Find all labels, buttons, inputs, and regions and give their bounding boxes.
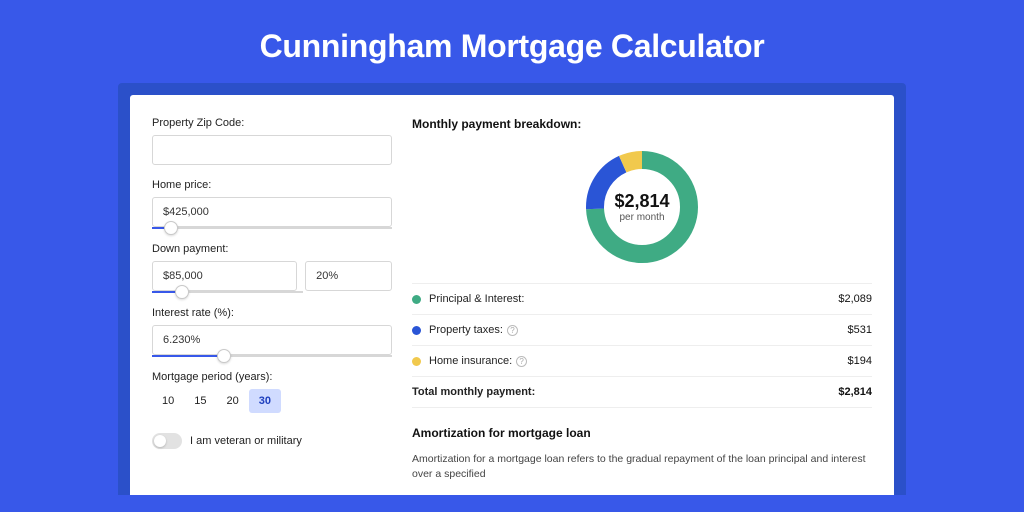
legend-label: Principal & Interest: xyxy=(429,293,838,305)
veteran-toggle[interactable] xyxy=(152,433,182,449)
interest-input[interactable] xyxy=(152,325,392,355)
slider-thumb[interactable] xyxy=(175,285,189,299)
legend-dot-icon xyxy=(412,295,421,304)
period-button-15[interactable]: 15 xyxy=(184,389,216,413)
legend-label: Home insurance:? xyxy=(429,355,848,367)
period-button-30[interactable]: 30 xyxy=(249,389,281,413)
legend: Principal & Interest:$2,089Property taxe… xyxy=(412,283,872,408)
legend-total-value: $2,814 xyxy=(838,386,872,398)
veteran-label: I am veteran or military xyxy=(190,435,302,447)
amortization-body: Amortization for a mortgage loan refers … xyxy=(412,452,872,481)
veteran-row: I am veteran or military xyxy=(152,433,392,449)
legend-label: Property taxes:? xyxy=(429,324,848,336)
slider-thumb[interactable] xyxy=(217,349,231,363)
down-payment-pct-input[interactable] xyxy=(305,261,392,291)
interest-slider[interactable] xyxy=(152,355,392,357)
slider-thumb[interactable] xyxy=(164,221,178,235)
donut-amount: $2,814 xyxy=(614,191,669,212)
legend-total-label: Total monthly payment: xyxy=(412,386,838,398)
legend-value: $531 xyxy=(848,324,872,336)
interest-label: Interest rate (%): xyxy=(152,307,392,319)
zip-label: Property Zip Code: xyxy=(152,117,392,129)
period-group: Mortgage period (years): 10152030 xyxy=(152,371,392,413)
home-price-label: Home price: xyxy=(152,179,392,191)
period-button-20[interactable]: 20 xyxy=(217,389,249,413)
calculator-card: Property Zip Code: Home price: Down paym… xyxy=(130,95,894,495)
amortization-title: Amortization for mortgage loan xyxy=(412,426,872,440)
donut-sub: per month xyxy=(619,212,664,223)
down-payment-amount-input[interactable] xyxy=(152,261,297,291)
down-payment-group: Down payment: xyxy=(152,243,392,293)
legend-dot-icon xyxy=(412,326,421,335)
down-payment-slider[interactable] xyxy=(152,291,303,293)
down-payment-label: Down payment: xyxy=(152,243,392,255)
legend-value: $2,089 xyxy=(838,293,872,305)
donut-chart: $2,814 per month xyxy=(582,147,702,267)
legend-row: Home insurance:?$194 xyxy=(412,346,872,377)
legend-total-row: Total monthly payment:$2,814 xyxy=(412,377,872,408)
zip-group: Property Zip Code: xyxy=(152,117,392,165)
breakdown-panel: Monthly payment breakdown: $2,814 per mo… xyxy=(412,117,872,495)
amortization-section: Amortization for mortgage loan Amortizat… xyxy=(412,426,872,481)
breakdown-title: Monthly payment breakdown: xyxy=(412,117,872,131)
period-label: Mortgage period (years): xyxy=(152,371,392,383)
info-icon[interactable]: ? xyxy=(516,356,527,367)
home-price-slider[interactable] xyxy=(152,227,392,229)
page-title: Cunningham Mortgage Calculator xyxy=(0,28,1024,65)
legend-value: $194 xyxy=(848,355,872,367)
period-button-10[interactable]: 10 xyxy=(152,389,184,413)
legend-dot-icon xyxy=(412,357,421,366)
interest-group: Interest rate (%): xyxy=(152,307,392,357)
zip-input[interactable] xyxy=(152,135,392,165)
info-icon[interactable]: ? xyxy=(507,325,518,336)
donut-wrap: $2,814 per month xyxy=(412,143,872,283)
home-price-group: Home price: xyxy=(152,179,392,229)
home-price-input[interactable] xyxy=(152,197,392,227)
form-panel: Property Zip Code: Home price: Down paym… xyxy=(152,117,392,495)
legend-row: Principal & Interest:$2,089 xyxy=(412,284,872,315)
calculator-card-frame: Property Zip Code: Home price: Down paym… xyxy=(118,83,906,495)
legend-row: Property taxes:?$531 xyxy=(412,315,872,346)
